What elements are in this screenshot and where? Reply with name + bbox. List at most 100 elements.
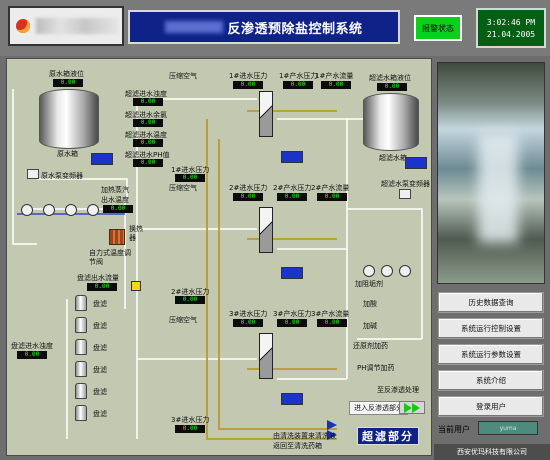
uf1-bottom-pressure-readout: 0.00 [175, 174, 205, 182]
filter-turbidity-label: 盘滤进水浊度 [11, 342, 53, 350]
raw-tank-name: 原水箱 [57, 150, 78, 158]
disk-filter-6-icon [75, 405, 87, 421]
raw-pump-3-icon[interactable] [65, 204, 77, 216]
raw-inlet-pipe [12, 89, 37, 245]
uf3-air-label: 压缩空气 [169, 316, 197, 324]
uf3-flow-label: 3#产水流量 [311, 310, 350, 318]
site-camera-view [437, 62, 545, 284]
uf3-flow-readout: 0.00 [317, 319, 347, 327]
raw-tank-level-label: 原水箱液位 [49, 70, 84, 78]
inlet-ph-readout: 0.00 [133, 159, 163, 167]
raw-pump-4-icon[interactable] [87, 204, 99, 216]
disk-filter-2-icon [75, 317, 87, 333]
current-user-label: 当前用户 [438, 425, 470, 434]
to-ro-label: 至反渗透处理 [377, 386, 419, 394]
uf2-flow-label: 2#产水流量 [311, 184, 350, 192]
inlet-temp-readout: 0.00 [133, 139, 163, 147]
camera-blurred-content [478, 133, 518, 243]
dose-antiscalant-label: 加阻垢剂 [355, 280, 383, 288]
uf1-air-label: 压缩空气 [169, 72, 197, 80]
uf2-inlet-pressure-label: 2#进水压力 [229, 184, 268, 192]
uf2-inlet-pressure-readout: 0.00 [233, 193, 263, 201]
disk-filter-4-icon [75, 361, 87, 377]
disk-filter-3-icon [75, 339, 87, 355]
clock-display: 3:02:46 PM 21.04.2005 [476, 8, 546, 48]
login-user-button[interactable]: 登录用户 [438, 396, 544, 417]
logo-blurred-text [36, 18, 118, 34]
page-title: 反渗透预除盐控制系统 [227, 21, 363, 37]
current-user-value: yuma [478, 421, 538, 435]
uf1-flow-readout: 0.00 [321, 81, 351, 89]
uf1-inlet-pressure-label: 1#进水压力 [229, 72, 268, 80]
heat-exchanger-label: 换热器 [129, 225, 143, 242]
backwash-note-1: 由清洗装置来清洗液 [273, 432, 336, 440]
uf3-membrane-module [259, 333, 273, 379]
footer-company: 西安优玛科技有限公司 [434, 444, 550, 460]
raw-pump-label: 原水泵变频器 [41, 172, 83, 180]
disk-filter-5-label: 盘滤 [93, 388, 107, 396]
raw-pump-2-icon[interactable] [43, 204, 55, 216]
filter-outlet-flow-label: 盘滤出水流量 [77, 274, 119, 282]
uf-pump-inverter-icon [399, 189, 411, 199]
raw-tank-level-readout: 0.00 [53, 79, 83, 87]
disk-filter-6-label: 盘滤 [93, 410, 107, 418]
backwash-pipe-1 [206, 119, 337, 440]
outlet-temp-readout: 0.00 [103, 205, 133, 213]
uf1-flow-label: 1#产水流量 [315, 72, 354, 80]
uf2-drain-tray [281, 267, 303, 279]
disk-filter-4-label: 盘滤 [93, 366, 107, 374]
uf-section-tag: 超滤部分 [357, 427, 419, 445]
uf2-membrane-module [259, 207, 273, 253]
system-intro-button[interactable]: 系统介绍 [438, 370, 544, 391]
disk-filter-5-icon [75, 383, 87, 399]
company-logo [8, 6, 124, 46]
dose-acid-label: 加酸 [363, 300, 377, 308]
filter-warning-icon [131, 281, 141, 291]
uf2-product-pressure-label: 2#产水压力 [273, 184, 312, 192]
uf-pump-3-icon[interactable] [399, 265, 411, 277]
alarm-status-button[interactable]: 报警状态 [414, 15, 462, 41]
heat-exchanger-icon [109, 229, 125, 245]
clock-time: 3:02:46 PM [486, 17, 536, 27]
run-control-settings-button[interactable]: 系统运行控制设置 [438, 318, 544, 339]
disk-filter-3-label: 盘滤 [93, 344, 107, 352]
inlet-cl-readout: 0.00 [133, 119, 163, 127]
uf1-product-pressure-label: 1#产水压力 [279, 72, 318, 80]
uf1-drain-tray [281, 151, 303, 163]
outlet-temp-label: 出水温度 [101, 196, 129, 204]
filter-outlet-flow-readout: 0.00 [87, 283, 117, 291]
heater-steam-label: 加热蒸汽 [101, 186, 129, 194]
dose-base-label: 加碱 [363, 322, 377, 330]
disk-filter-1-label: 盘滤 [93, 300, 107, 308]
backwash-note-2: 返回至清洗药箱 [273, 442, 322, 450]
raw-pump-1-icon[interactable] [21, 204, 33, 216]
history-query-button[interactable]: 历史数据查询 [438, 292, 544, 313]
uf-pump-1-icon[interactable] [363, 265, 375, 277]
arrow-right-icon [404, 402, 412, 413]
uf-water-tank [363, 93, 419, 151]
title-blurred-prefix [165, 21, 224, 33]
uf1-membrane-module [259, 91, 273, 137]
uf1-product-pressure-readout: 0.00 [283, 81, 313, 89]
raw-tank-sump [91, 153, 113, 165]
uf3-inlet-pressure-readout: 0.00 [233, 319, 263, 327]
uf2-product-pressure-readout: 0.00 [277, 193, 307, 201]
disk-filter-2-label: 盘滤 [93, 322, 107, 330]
self-temp-valve-label: 自力式温度调节阀 [89, 249, 131, 266]
uf-pump-2-icon[interactable] [381, 265, 393, 277]
uf3-bottom-pressure-label: 3#进水压力 [171, 416, 210, 424]
raw-water-tank [39, 89, 99, 149]
dose-reductant-label: 还原剂加药 [353, 342, 388, 350]
run-parameter-settings-button[interactable]: 系统运行参数设置 [438, 344, 544, 365]
uf3-drain-tray [281, 393, 303, 405]
uf3-inlet-pressure-label: 3#进水压力 [229, 310, 268, 318]
enter-ro-button[interactable] [399, 401, 425, 414]
uf3-product-pressure-label: 3#产水压力 [273, 310, 312, 318]
title-banner: 反渗透预除盐控制系统 [128, 10, 400, 44]
arrow-right-icon [412, 402, 420, 413]
raw-pump-inverter-icon [27, 169, 39, 179]
uf-tank-sump [405, 157, 427, 169]
ph-adjust-label: PH调节加药 [357, 364, 395, 372]
uf2-flow-readout: 0.00 [317, 193, 347, 201]
uf1-inlet-pressure-readout: 0.00 [233, 81, 263, 89]
